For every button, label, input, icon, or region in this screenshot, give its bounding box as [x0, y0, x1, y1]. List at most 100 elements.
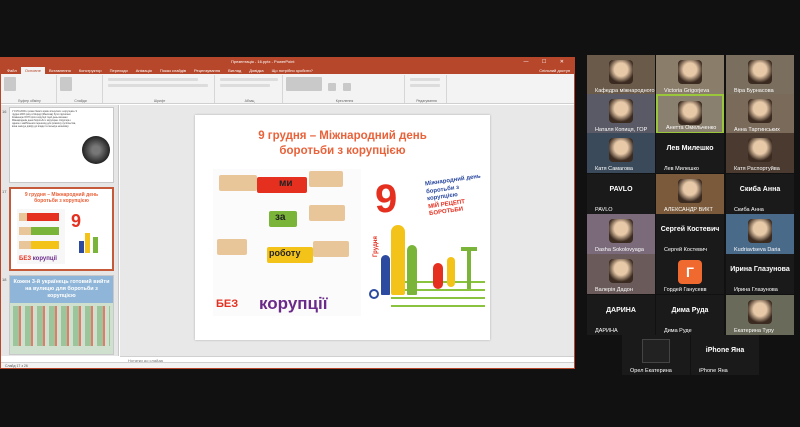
participant-tile[interactable]: Екатерина Туру [726, 295, 794, 335]
right-text: Міжнародний день боротьби з корупцією МІ… [425, 173, 492, 219]
video-feed [609, 60, 633, 84]
mic-muted-icon [657, 167, 662, 172]
participant-name: Валерія Дадон [595, 287, 633, 293]
participant-tile[interactable]: Dasha Sokolovyaga [587, 214, 655, 254]
thumb-image-left: БЕЗ корупції [17, 209, 65, 264]
tab-insert[interactable]: Вставлення [45, 67, 75, 74]
participant-tile[interactable]: Г Гордей Ганусевв [656, 254, 724, 294]
tab-view[interactable]: Вигляд [224, 67, 245, 74]
mic-muted-icon [659, 126, 664, 131]
tab-file[interactable]: Файл [3, 67, 21, 74]
drawing-group: Креслення [285, 75, 405, 103]
drawing-label: Креслення [335, 99, 354, 103]
participant-tile[interactable]: АЛЕКСАНДР ВИКТ [656, 174, 724, 214]
video-feed [748, 138, 772, 162]
thumb-number: 17 [2, 189, 7, 194]
thumb-number: 18 [2, 277, 7, 282]
paste-icon[interactable] [4, 77, 16, 91]
share-button[interactable]: Спільний доступ [535, 67, 574, 74]
participant-tile[interactable]: Віра Бурнасова [726, 55, 794, 95]
participant-tile[interactable]: PAVLO PAVLO [587, 174, 655, 214]
mic-muted-icon [727, 288, 732, 293]
stripe [391, 289, 485, 291]
participant-tile[interactable]: ДАРИНА ДАРИНА [587, 295, 655, 335]
title-bar: Презентація - 16.pptx - PowerPoint — ☐ ✕ [1, 58, 574, 66]
participant-display-name: Лев Милешко [666, 145, 714, 152]
mic-muted-icon [588, 208, 593, 213]
big-number: 9 [375, 177, 398, 221]
video-feed [748, 60, 772, 84]
yellow-figure [391, 225, 405, 295]
quick-styles-icon[interactable] [342, 83, 351, 91]
participant-name: PAVLO [595, 207, 613, 213]
current-slide[interactable]: 9 грудня – Міжнародний день боротьби з к… [195, 115, 490, 340]
participant-tile[interactable]: Дима Руда Дима Руде [656, 295, 724, 335]
mic-muted-icon [623, 369, 628, 374]
slide-thumbnail-16[interactable]: У 1970-2000-х роках багато країн зіткнул… [9, 107, 114, 183]
slide-thumbnail-17[interactable]: 9 грудня – Міжнародний день боротьби з к… [9, 187, 114, 271]
participant-tile[interactable]: iPhone Яна iPhone Яна [691, 335, 759, 375]
thumb-number: 16 [2, 109, 7, 114]
video-feed [609, 259, 633, 283]
participant-tile[interactable]: Анна Тартинських [726, 94, 794, 134]
participant-tile[interactable]: Наталя Копиця, ГОР [587, 94, 655, 134]
slide-counter: Слайд 17 з 26 [5, 364, 28, 368]
shapes-icon[interactable] [286, 77, 322, 91]
participant-name: Kudriavtseva Daria [734, 247, 781, 253]
participant-name: ДАРИНА [595, 328, 618, 334]
mic-muted-icon [692, 369, 697, 374]
participant-tile[interactable]: Ирина Глазунова Ирина Глазунова [726, 254, 794, 294]
participant-tile[interactable]: Катя Самагова [587, 133, 655, 173]
tab-animation[interactable]: Анімація [132, 67, 156, 74]
word-za: за [275, 212, 286, 223]
mic-muted-icon [588, 167, 593, 172]
participant-tile[interactable]: Сергей Костевич Сергей Костевич [656, 214, 724, 254]
participant-tile[interactable]: Валерія Дадон [587, 254, 655, 294]
participant-tile[interactable]: Кафедра міжнародного [587, 55, 655, 95]
slides-label: Слайди [74, 99, 87, 103]
window-controls[interactable]: — ☐ ✕ [524, 58, 570, 66]
thumb-image [13, 306, 110, 346]
font-group: Шрифт [105, 75, 215, 103]
tab-transitions[interactable]: Переходи [106, 67, 132, 74]
tab-home[interactable]: Основне [20, 67, 45, 74]
participant-name: АЛЕКСАНДР ВИКТ [664, 207, 713, 213]
hand-icon [219, 175, 257, 191]
tab-review[interactable]: Рецензування [190, 67, 224, 74]
participant-tile[interactable]: Kudriavtseva Daria [726, 214, 794, 254]
new-slide-icon[interactable] [60, 77, 72, 91]
mic-muted-icon [727, 248, 732, 253]
participant-tile[interactable]: Катя Распортуйва [726, 133, 794, 173]
hand-icon [313, 241, 349, 257]
thumb-image-right: 9 [69, 209, 109, 264]
tab-help[interactable]: Довідка [245, 67, 267, 74]
mic-muted-icon [588, 329, 593, 334]
participant-name: Орел Екатерина [630, 368, 672, 374]
paragraph-label: Абзац [244, 99, 255, 103]
green-y-figure [467, 249, 471, 289]
video-feed [678, 101, 702, 125]
arrange-icon[interactable] [328, 83, 337, 91]
clipboard-label: Буфер обміну [18, 99, 41, 103]
grudnya-label: Грудня [373, 236, 379, 257]
bicycle-icon [369, 289, 379, 299]
paragraph-group: Абзац [217, 75, 283, 103]
participant-tile[interactable]: Анетта Омельченко [656, 94, 724, 134]
mic-muted-icon [657, 288, 662, 293]
slide-thumbnails: 16 У 1970-2000-х роках багато країн зітк… [1, 105, 119, 356]
participant-name: Лев Милешко [664, 166, 699, 172]
participant-tile[interactable]: Скиба Анна Скиба Анна [726, 174, 794, 214]
participant-tile[interactable]: Орел Екатерина [622, 335, 690, 375]
tab-design[interactable]: Конструктор [75, 67, 106, 74]
editing-group: Редагування [407, 75, 447, 103]
participant-tile[interactable]: Victoria Grigorjeva [656, 55, 724, 95]
participant-name: Скиба Анна [734, 207, 764, 213]
tell-me[interactable]: Що потрібно зробити? [268, 67, 317, 74]
participant-tile[interactable]: Лев Милешко Лев Милешко [656, 133, 724, 173]
participant-display-name: Скиба Анна [739, 186, 781, 193]
zoom-screen: Презентація - 16.pptx - PowerPoint — ☐ ✕… [0, 0, 800, 427]
slide-thumbnail-18[interactable]: Кожен 3-й українець готовий вийти на вул… [9, 275, 114, 355]
editing-label: Редагування [416, 99, 437, 103]
participant-name: Катя Самагова [595, 166, 633, 172]
tab-slideshow[interactable]: Показ слайдів [156, 67, 190, 74]
